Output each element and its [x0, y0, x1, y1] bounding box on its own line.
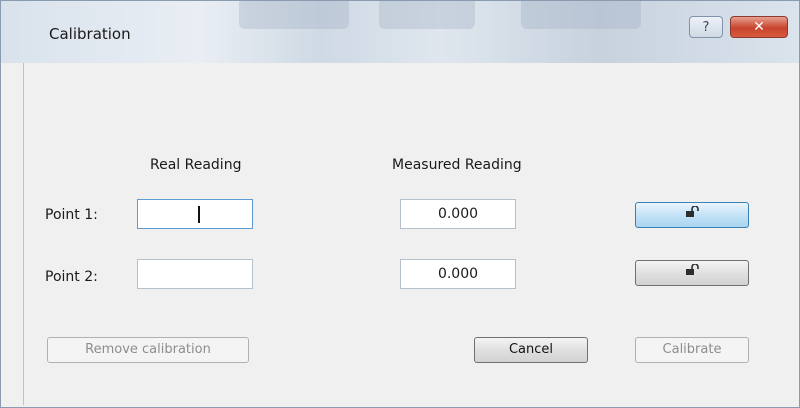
calibrate-button[interactable]: Calibrate	[635, 337, 749, 363]
calibration-dialog: Calibration ? ✕ Real Reading Measured Re…	[0, 0, 800, 408]
help-button[interactable]: ?	[689, 16, 723, 38]
close-button[interactable]: ✕	[730, 16, 788, 38]
point-2-label: Point 2:	[45, 269, 98, 285]
point-1-measured-field: 0.000	[400, 199, 516, 229]
point-1-real-input[interactable]	[137, 199, 253, 229]
unlock-icon	[685, 205, 699, 222]
cancel-button[interactable]: Cancel	[474, 337, 588, 363]
remove-calibration-button[interactable]: Remove calibration	[47, 337, 249, 363]
title-bar[interactable]: Calibration ? ✕	[1, 1, 799, 63]
background-blur	[379, 1, 475, 29]
point-1-lock-button[interactable]	[635, 202, 749, 228]
background-blur	[239, 1, 349, 29]
point-1-label: Point 1:	[45, 207, 98, 223]
point-2-real-input[interactable]	[137, 259, 253, 289]
unlock-icon	[685, 263, 699, 280]
background-blur	[521, 1, 641, 29]
point-2-measured-field: 0.000	[400, 259, 516, 289]
real-reading-header: Real Reading	[150, 157, 242, 173]
window-title: Calibration	[49, 25, 131, 43]
point-2-lock-button[interactable]	[635, 260, 749, 286]
text-caret	[198, 206, 200, 223]
measured-reading-header: Measured Reading	[392, 157, 522, 173]
